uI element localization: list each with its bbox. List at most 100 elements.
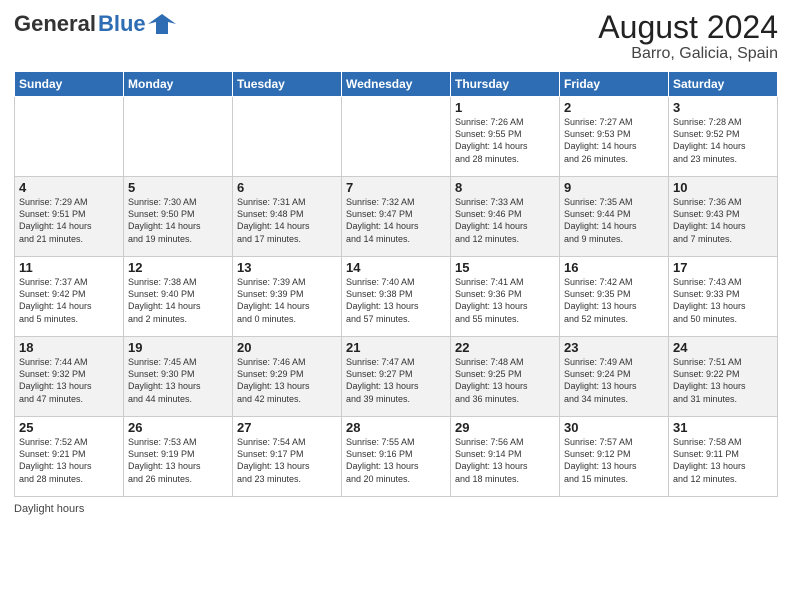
day-of-week-header: Monday [124,72,233,97]
day-info: Sunrise: 7:28 AM Sunset: 9:52 PM Dayligh… [673,116,773,165]
day-info: Sunrise: 7:26 AM Sunset: 9:55 PM Dayligh… [455,116,555,165]
day-number: 6 [237,180,337,195]
calendar-cell: 20Sunrise: 7:46 AM Sunset: 9:29 PM Dayli… [233,337,342,417]
day-info: Sunrise: 7:57 AM Sunset: 9:12 PM Dayligh… [564,436,664,485]
day-info: Sunrise: 7:41 AM Sunset: 9:36 PM Dayligh… [455,276,555,325]
day-of-week-header: Saturday [669,72,778,97]
calendar-cell [124,97,233,177]
day-number: 11 [19,260,119,275]
calendar-cell: 1Sunrise: 7:26 AM Sunset: 9:55 PM Daylig… [451,97,560,177]
day-info: Sunrise: 7:32 AM Sunset: 9:47 PM Dayligh… [346,196,446,245]
calendar-cell [233,97,342,177]
day-number: 9 [564,180,664,195]
day-number: 24 [673,340,773,355]
day-number: 23 [564,340,664,355]
calendar-cell: 2Sunrise: 7:27 AM Sunset: 9:53 PM Daylig… [560,97,669,177]
calendar-cell: 11Sunrise: 7:37 AM Sunset: 9:42 PM Dayli… [15,257,124,337]
day-number: 28 [346,420,446,435]
day-number: 26 [128,420,228,435]
calendar-cell: 12Sunrise: 7:38 AM Sunset: 9:40 PM Dayli… [124,257,233,337]
day-info: Sunrise: 7:36 AM Sunset: 9:43 PM Dayligh… [673,196,773,245]
day-info: Sunrise: 7:58 AM Sunset: 9:11 PM Dayligh… [673,436,773,485]
day-number: 20 [237,340,337,355]
day-number: 21 [346,340,446,355]
page-header: General Blue August 2024 Barro, Galicia,… [14,10,778,63]
day-number: 19 [128,340,228,355]
calendar-cell: 10Sunrise: 7:36 AM Sunset: 9:43 PM Dayli… [669,177,778,257]
day-of-week-header: Thursday [451,72,560,97]
daylight-label: Daylight hours [14,503,84,515]
day-info: Sunrise: 7:52 AM Sunset: 9:21 PM Dayligh… [19,436,119,485]
day-number: 2 [564,100,664,115]
page-title: August 2024 [598,10,778,45]
calendar-week-row: 1Sunrise: 7:26 AM Sunset: 9:55 PM Daylig… [15,97,778,177]
calendar-cell: 18Sunrise: 7:44 AM Sunset: 9:32 PM Dayli… [15,337,124,417]
calendar-cell: 4Sunrise: 7:29 AM Sunset: 9:51 PM Daylig… [15,177,124,257]
day-info: Sunrise: 7:44 AM Sunset: 9:32 PM Dayligh… [19,356,119,405]
calendar-cell: 30Sunrise: 7:57 AM Sunset: 9:12 PM Dayli… [560,417,669,497]
calendar-week-row: 11Sunrise: 7:37 AM Sunset: 9:42 PM Dayli… [15,257,778,337]
logo: General Blue [14,10,176,38]
day-of-week-header: Wednesday [342,72,451,97]
day-number: 30 [564,420,664,435]
calendar-cell: 14Sunrise: 7:40 AM Sunset: 9:38 PM Dayli… [342,257,451,337]
calendar-cell: 28Sunrise: 7:55 AM Sunset: 9:16 PM Dayli… [342,417,451,497]
day-info: Sunrise: 7:40 AM Sunset: 9:38 PM Dayligh… [346,276,446,325]
calendar-cell: 25Sunrise: 7:52 AM Sunset: 9:21 PM Dayli… [15,417,124,497]
calendar-cell: 7Sunrise: 7:32 AM Sunset: 9:47 PM Daylig… [342,177,451,257]
calendar-cell [15,97,124,177]
day-number: 7 [346,180,446,195]
day-number: 18 [19,340,119,355]
title-block: August 2024 Barro, Galicia, Spain [598,10,778,63]
day-info: Sunrise: 7:47 AM Sunset: 9:27 PM Dayligh… [346,356,446,405]
day-info: Sunrise: 7:56 AM Sunset: 9:14 PM Dayligh… [455,436,555,485]
day-number: 10 [673,180,773,195]
day-info: Sunrise: 7:53 AM Sunset: 9:19 PM Dayligh… [128,436,228,485]
day-info: Sunrise: 7:46 AM Sunset: 9:29 PM Dayligh… [237,356,337,405]
calendar-cell: 27Sunrise: 7:54 AM Sunset: 9:17 PM Dayli… [233,417,342,497]
day-number: 16 [564,260,664,275]
day-info: Sunrise: 7:31 AM Sunset: 9:48 PM Dayligh… [237,196,337,245]
calendar-cell: 9Sunrise: 7:35 AM Sunset: 9:44 PM Daylig… [560,177,669,257]
day-info: Sunrise: 7:30 AM Sunset: 9:50 PM Dayligh… [128,196,228,245]
day-number: 8 [455,180,555,195]
day-info: Sunrise: 7:35 AM Sunset: 9:44 PM Dayligh… [564,196,664,245]
calendar-cell: 3Sunrise: 7:28 AM Sunset: 9:52 PM Daylig… [669,97,778,177]
calendar-cell: 17Sunrise: 7:43 AM Sunset: 9:33 PM Dayli… [669,257,778,337]
logo-general: General [14,11,96,37]
calendar-cell: 21Sunrise: 7:47 AM Sunset: 9:27 PM Dayli… [342,337,451,417]
calendar-cell: 13Sunrise: 7:39 AM Sunset: 9:39 PM Dayli… [233,257,342,337]
calendar-week-row: 25Sunrise: 7:52 AM Sunset: 9:21 PM Dayli… [15,417,778,497]
day-info: Sunrise: 7:39 AM Sunset: 9:39 PM Dayligh… [237,276,337,325]
day-number: 1 [455,100,555,115]
day-number: 13 [237,260,337,275]
calendar-cell: 23Sunrise: 7:49 AM Sunset: 9:24 PM Dayli… [560,337,669,417]
day-number: 27 [237,420,337,435]
day-number: 3 [673,100,773,115]
calendar-week-row: 18Sunrise: 7:44 AM Sunset: 9:32 PM Dayli… [15,337,778,417]
day-info: Sunrise: 7:38 AM Sunset: 9:40 PM Dayligh… [128,276,228,325]
day-info: Sunrise: 7:45 AM Sunset: 9:30 PM Dayligh… [128,356,228,405]
calendar-cell: 5Sunrise: 7:30 AM Sunset: 9:50 PM Daylig… [124,177,233,257]
day-number: 25 [19,420,119,435]
day-info: Sunrise: 7:29 AM Sunset: 9:51 PM Dayligh… [19,196,119,245]
page-subtitle: Barro, Galicia, Spain [598,45,778,63]
day-info: Sunrise: 7:42 AM Sunset: 9:35 PM Dayligh… [564,276,664,325]
logo-blue: Blue [98,11,146,37]
day-of-week-header: Tuesday [233,72,342,97]
day-number: 22 [455,340,555,355]
day-info: Sunrise: 7:33 AM Sunset: 9:46 PM Dayligh… [455,196,555,245]
calendar-table: SundayMondayTuesdayWednesdayThursdayFrid… [14,71,778,497]
day-number: 15 [455,260,555,275]
day-info: Sunrise: 7:48 AM Sunset: 9:25 PM Dayligh… [455,356,555,405]
day-number: 31 [673,420,773,435]
day-info: Sunrise: 7:51 AM Sunset: 9:22 PM Dayligh… [673,356,773,405]
calendar-cell [342,97,451,177]
calendar-cell: 19Sunrise: 7:45 AM Sunset: 9:30 PM Dayli… [124,337,233,417]
day-info: Sunrise: 7:43 AM Sunset: 9:33 PM Dayligh… [673,276,773,325]
day-info: Sunrise: 7:54 AM Sunset: 9:17 PM Dayligh… [237,436,337,485]
day-number: 29 [455,420,555,435]
day-info: Sunrise: 7:37 AM Sunset: 9:42 PM Dayligh… [19,276,119,325]
day-info: Sunrise: 7:55 AM Sunset: 9:16 PM Dayligh… [346,436,446,485]
day-number: 14 [346,260,446,275]
